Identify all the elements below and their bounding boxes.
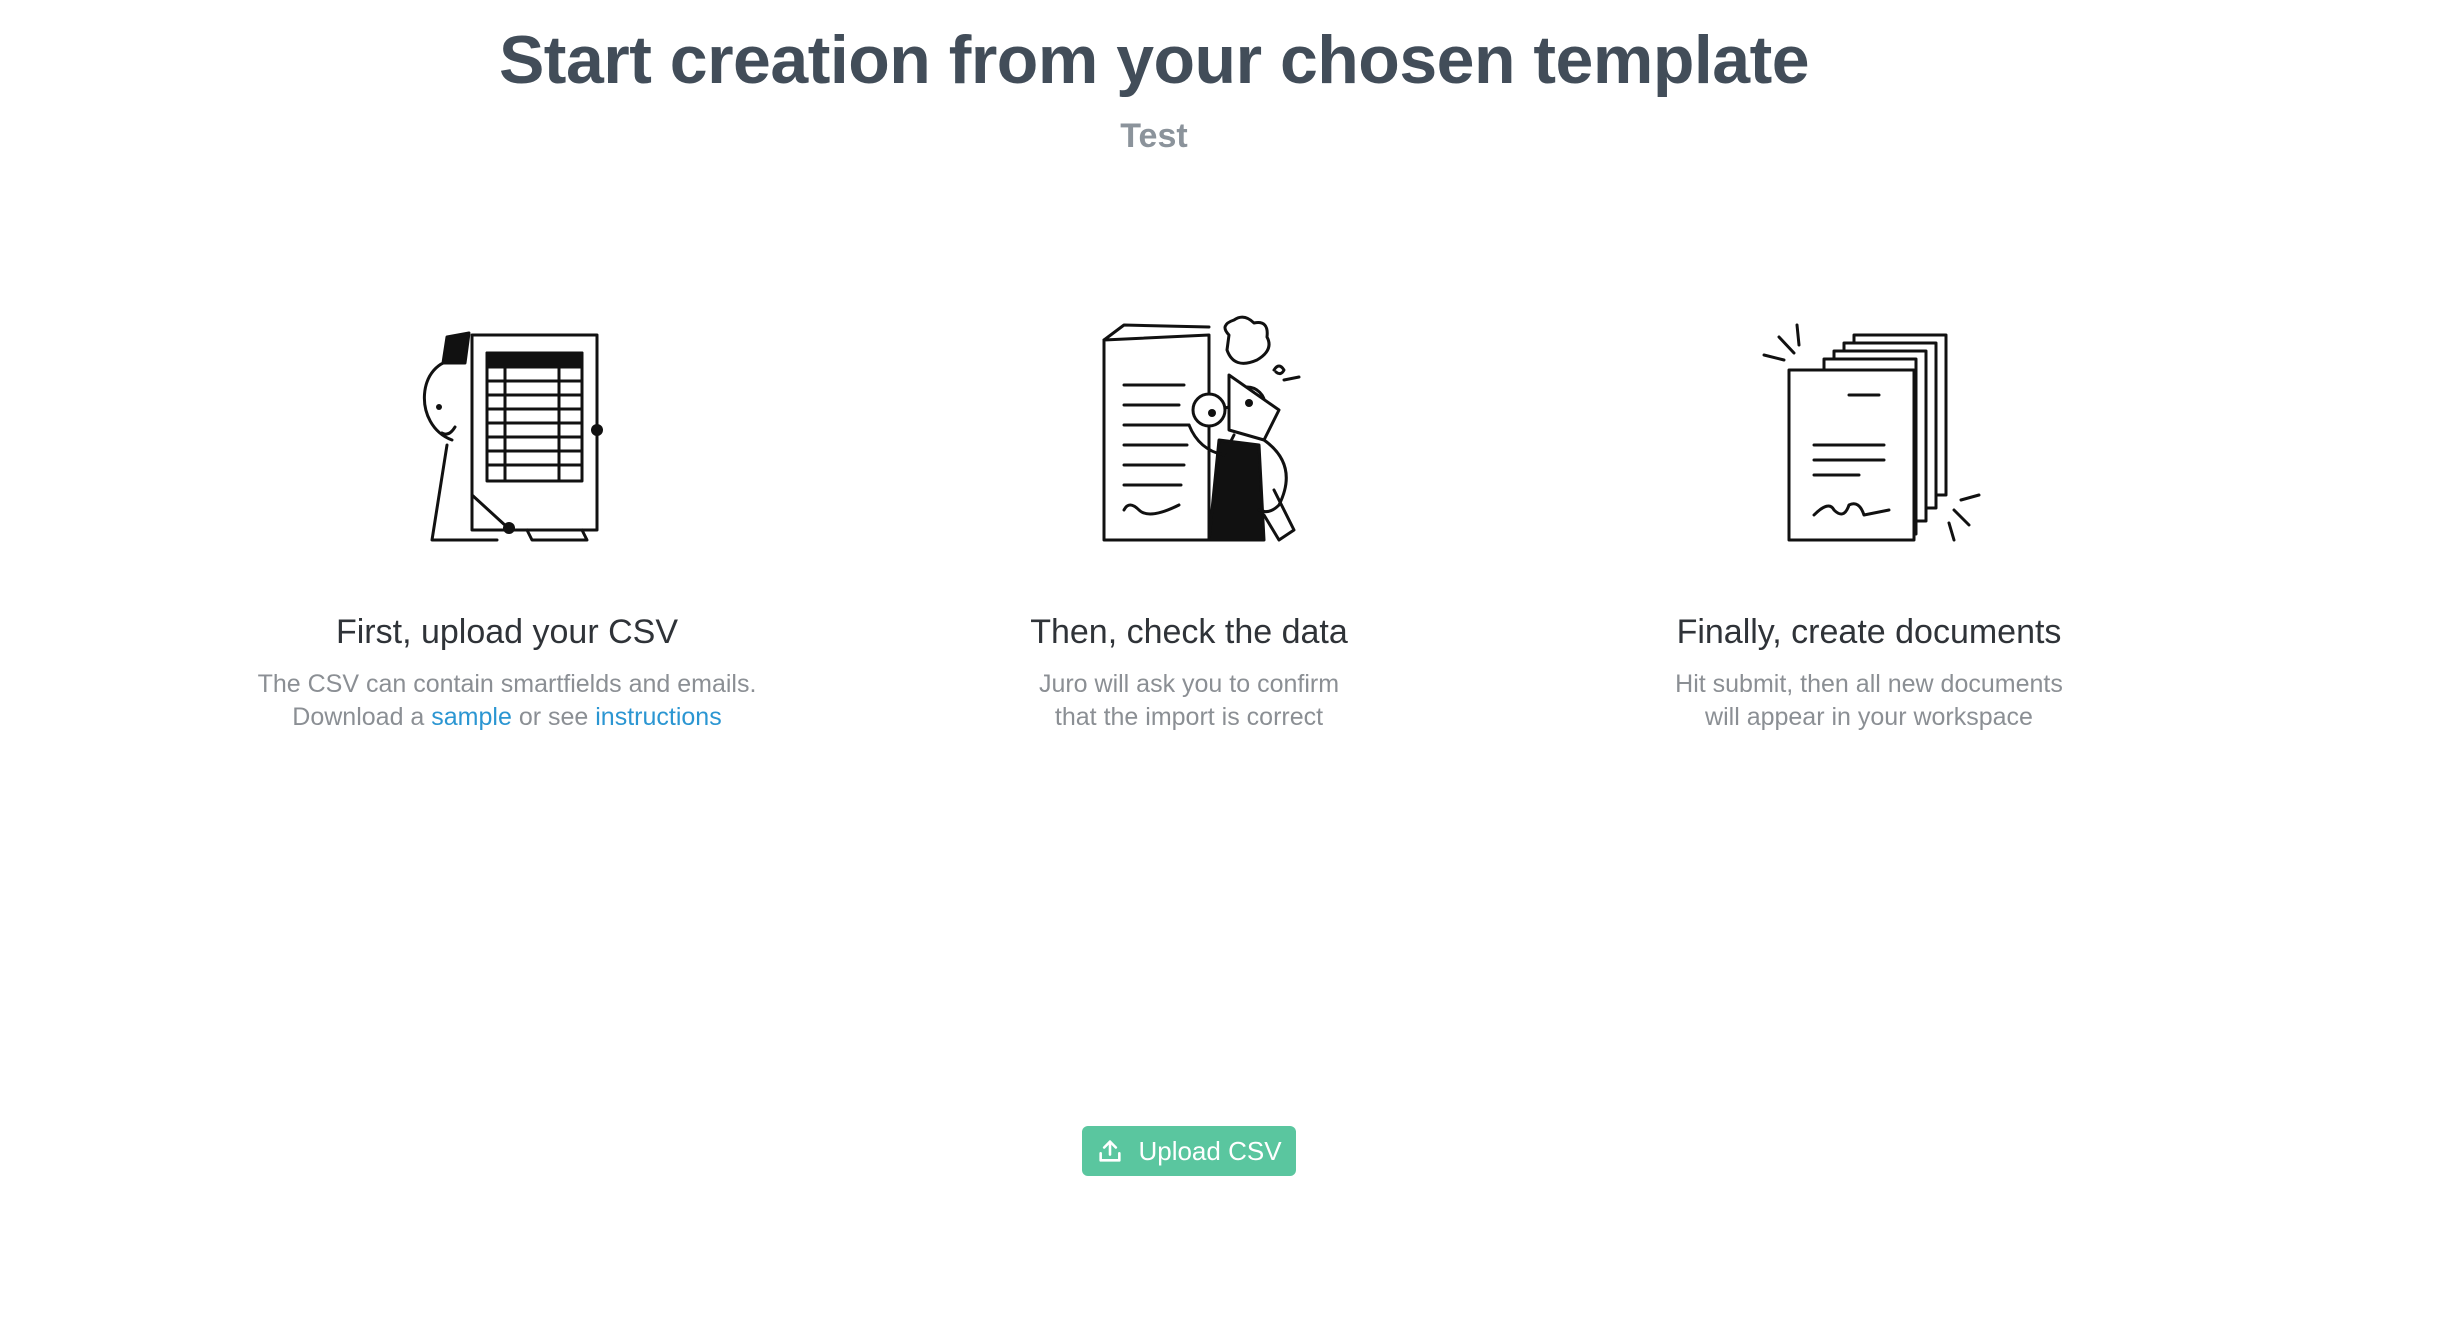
step-description: The CSV can contain smartfields and emai… xyxy=(167,668,847,734)
desc-middle: or see xyxy=(511,703,596,731)
upload-icon xyxy=(1099,1140,1122,1162)
upload-csv-label: Upload CSV xyxy=(1138,1135,1282,1166)
upload-csv-button[interactable]: Upload CSV xyxy=(1082,1126,1296,1176)
desc-prefix: Download a xyxy=(292,703,432,731)
step-title: First, upload your CSV xyxy=(335,613,679,651)
step-description-line: that the import is correct xyxy=(1054,703,1324,731)
document-stack-illustration xyxy=(1762,323,1981,542)
page-title: Start creation from your chosen template xyxy=(498,22,1810,98)
step-upload: First, upload your CSV The CSV can conta… xyxy=(167,315,847,734)
step-description-line: Download a sample or see instructions xyxy=(167,701,847,734)
instructions-link[interactable]: instructions xyxy=(595,703,721,731)
sample-link[interactable]: sample xyxy=(431,703,512,731)
spreadsheet-character-illustration xyxy=(422,331,603,542)
step-description: Hit submit, then all new documents will … xyxy=(1529,668,2209,734)
reviewer-character-illustration xyxy=(1102,315,1301,542)
step-description-line: The CSV can contain smartfields and emai… xyxy=(257,670,757,698)
step-create: Finally, create documents Hit submit, th… xyxy=(1529,315,2209,734)
step-title: Then, check the data xyxy=(1030,613,1348,651)
page-subtitle: Test xyxy=(1120,117,1188,155)
step-description-line: Juro will ask you to confirm xyxy=(1038,670,1340,698)
step-description-line: Hit submit, then all new documents xyxy=(1675,670,2063,698)
step-title: Finally, create documents xyxy=(1676,613,2062,651)
step-check: Then, check the data Juro will ask you t… xyxy=(849,315,1529,734)
step-description-line: will appear in your workspace xyxy=(1705,703,2033,731)
step-description: Juro will ask you to confirm that the im… xyxy=(849,668,1529,734)
